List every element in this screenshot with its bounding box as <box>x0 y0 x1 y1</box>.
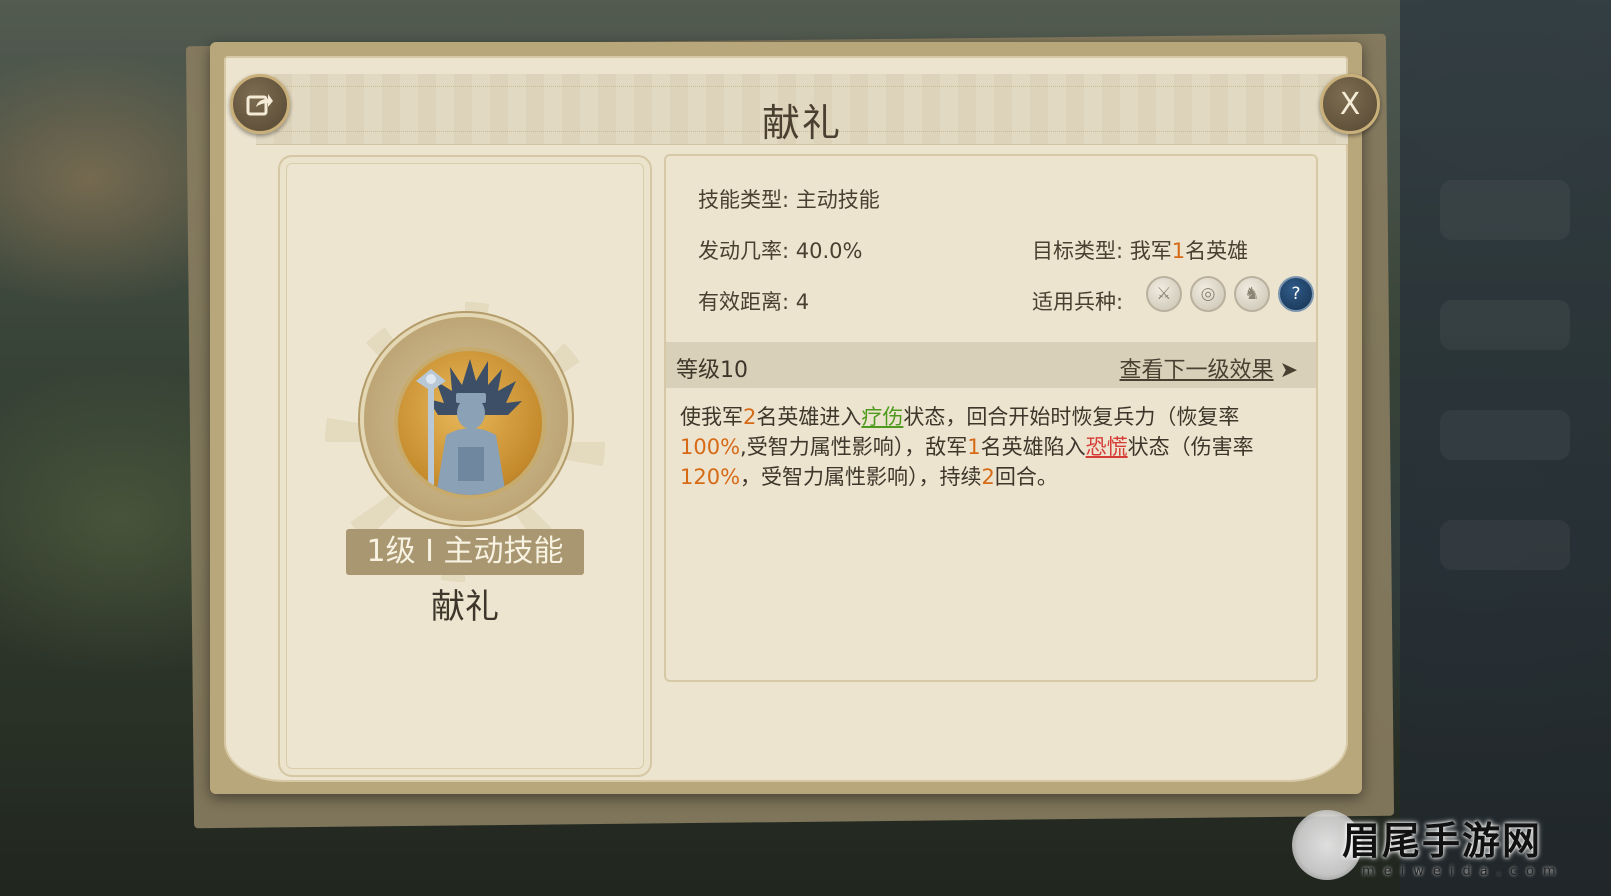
desc-text: 回合。 <box>994 465 1058 489</box>
range-label: 有效距离: <box>698 290 790 314</box>
next-level-link[interactable]: 查看下一级效果 ➤ <box>1120 352 1298 384</box>
level-label: 等级10 <box>676 358 748 383</box>
status-panic-link[interactable]: 恐慌 <box>1086 435 1128 459</box>
desc-number: 1 <box>967 435 981 459</box>
next-level-text: 查看下一级效果 <box>1119 358 1274 383</box>
desc-text: 名英雄进入 <box>756 405 862 429</box>
target-icon[interactable]: ◎ <box>1190 276 1226 312</box>
skill-description: 使我军2名英雄进入疗伤状态，回合开始时恢复兵力（恢复率100%,受智力属性影响）… <box>680 402 1300 492</box>
skill-level-badge: 1级 I 主动技能 <box>346 529 584 575</box>
trigger-rate-value: 40.0% <box>795 239 863 263</box>
desc-text: 状态（伤害率 <box>1127 435 1254 459</box>
skill-medal <box>364 317 568 521</box>
skill-dialog: 献礼 X 1级 I 主动技能 献礼 技能类型: 主动技能 发动几率: 40.0%… <box>210 42 1380 794</box>
sword-icon[interactable]: ⚔ <box>1146 276 1182 312</box>
troop-type-row: 适用兵种: <box>1032 286 1123 316</box>
watermark-text: 眉尾手游网 <box>1342 818 1543 863</box>
desc-number: 2 <box>981 465 995 489</box>
priest-statue-icon <box>416 359 522 495</box>
close-icon: X <box>1339 86 1361 122</box>
desc-text: ,受智力属性影响），敌军 <box>740 435 968 459</box>
target-type-row: 目标类型: 我军1名英雄 <box>1032 235 1248 265</box>
range-row: 有效距离: 4 <box>698 286 809 316</box>
desc-text: 使我军 <box>680 405 743 429</box>
share-icon <box>246 94 273 116</box>
status-heal-link[interactable]: 疗伤 <box>861 405 903 429</box>
skill-type-row: 技能类型: 主动技能 <box>698 184 880 214</box>
watermark: 眉尾手游网 meiweida.com <box>1292 806 1608 892</box>
desc-text: 状态，回合开始时恢复兵力（恢复率 <box>903 405 1240 429</box>
skill-info-card: 技能类型: 主动技能 发动几率: 40.0% 目标类型: 我军1名英雄 有效距离… <box>664 154 1318 682</box>
skill-icon-card: 1级 I 主动技能 献礼 <box>278 155 652 777</box>
target-type-suffix: 名英雄 <box>1185 239 1249 263</box>
troop-icons: ⚔ ◎ ♞ ? <box>1146 276 1314 312</box>
target-type-prefix: 我军 <box>1129 239 1172 263</box>
desc-number: 2 <box>743 405 757 429</box>
skill-portrait <box>394 347 546 499</box>
dialog-title: 献礼 <box>761 101 842 145</box>
desc-text: ，受智力属性影响），持续 <box>740 465 982 489</box>
trigger-rate-label: 发动几率: <box>698 239 790 263</box>
close-button[interactable]: X <box>1320 74 1380 134</box>
troop-type-label: 适用兵种: <box>1032 290 1124 314</box>
skill-name: 献礼 <box>431 587 499 627</box>
title-bar: 献礼 <box>256 74 1348 145</box>
level-bar: 等级10 查看下一级效果 ➤ <box>666 342 1316 388</box>
target-count: 1 <box>1171 239 1186 263</box>
dialog-body: 献礼 X 1级 I 主动技能 献礼 技能类型: 主动技能 发动几率: 40.0%… <box>224 56 1380 782</box>
skill-type-value: 主动技能 <box>795 188 880 212</box>
question-icon[interactable]: ? <box>1278 276 1314 312</box>
chevron-right-icon: ➤ <box>1279 358 1298 383</box>
desc-number: 120% <box>680 465 741 489</box>
trigger-rate-row: 发动几率: 40.0% <box>698 235 862 265</box>
target-type-label: 目标类型: <box>1032 239 1124 263</box>
desc-text: 名英雄陷入 <box>980 435 1086 459</box>
horse-icon[interactable]: ♞ <box>1234 276 1270 312</box>
share-button[interactable] <box>230 74 290 134</box>
skill-type-label: 技能类型: <box>698 188 790 212</box>
desc-number: 100% <box>680 435 741 459</box>
range-value: 4 <box>795 290 810 314</box>
watermark-subtext: meiweida.com <box>1362 864 1565 879</box>
